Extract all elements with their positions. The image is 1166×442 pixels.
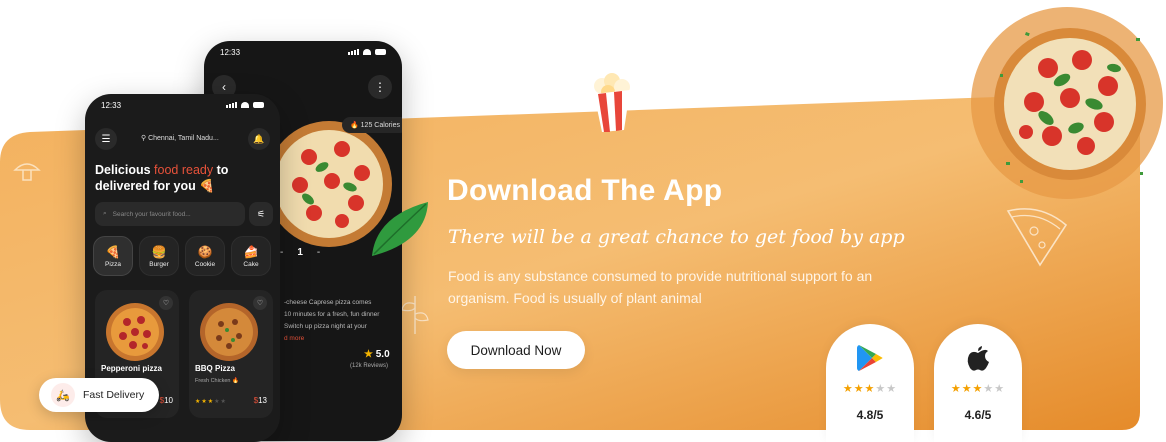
- star-icon: ★: [364, 349, 373, 360]
- category-burger[interactable]: 🍔 Burger: [139, 236, 179, 276]
- headline-highlight: food ready: [154, 163, 214, 177]
- product-price: $13: [254, 396, 267, 405]
- leaf-sprig-outline-icon: [401, 296, 429, 334]
- more-options-button[interactable]: ⋮: [368, 75, 392, 99]
- search-placeholder: Search your favourit food...: [112, 210, 191, 218]
- status-time: 12:33: [101, 100, 122, 110]
- status-time: 12:33: [220, 47, 241, 57]
- rating-number: 5.0: [375, 349, 390, 360]
- review-count: (12k Reviews): [350, 363, 389, 369]
- product-name: BBQ Pizza: [195, 364, 236, 373]
- bell-icon[interactable]: 🔔: [248, 128, 270, 150]
- popcorn-icon: [594, 73, 630, 132]
- store-rating-stars: ★★★★★: [950, 383, 1006, 395]
- heart-icon[interactable]: ♡: [159, 296, 173, 310]
- qty-plus-button[interactable]: -: [317, 247, 320, 258]
- pizza-slice-outline-icon: [1006, 208, 1068, 267]
- qty-minus-button[interactable]: -: [280, 247, 283, 258]
- search-input[interactable]: ⌕ Search your favourit food...: [95, 202, 245, 226]
- price-value: 10: [164, 396, 173, 405]
- desc-line: -cheese Caprese pizza comes: [284, 299, 372, 306]
- menu-icon[interactable]: ☰: [95, 128, 117, 150]
- filter-icon[interactable]: ⚟: [249, 202, 273, 226]
- delivery-scooter-icon: 🛵: [51, 383, 75, 407]
- status-icons: [226, 102, 264, 108]
- burger-icon: 🍔: [151, 244, 167, 259]
- home-headline: Delicious food ready to delivered for yo…: [95, 162, 265, 194]
- location-text: Chennai, Tamil Nadu...: [148, 135, 219, 142]
- store-rating: 4.6/5: [964, 408, 992, 422]
- mushroom-outline-icon: [13, 163, 41, 181]
- home-header: ☰ ⚲ Chennai, Tamil Nadu... 🔔: [95, 128, 270, 152]
- wifi-icon: [241, 102, 249, 108]
- desc-line: Switch up pizza night at your: [284, 323, 367, 330]
- description: Food is any substance consumed to provid…: [448, 268, 873, 306]
- category-label: Cake: [243, 260, 259, 268]
- search-icon: ⌕: [103, 210, 107, 217]
- desc-line: 10 minutes for a fresh, fun dinner: [284, 311, 380, 318]
- read-more-link[interactable]: d more: [284, 333, 394, 345]
- category-pizza[interactable]: 🍕 Pizza: [93, 236, 133, 276]
- store-rating: 4.8/5: [856, 408, 884, 422]
- qty-value: 1: [297, 247, 303, 258]
- pizza-icon: 🍕: [105, 244, 121, 259]
- basil-leaf-icon: [372, 202, 428, 256]
- rating-value: ★ 5.0: [364, 349, 390, 360]
- herb-flakes-icon: [1000, 31, 1143, 183]
- battery-icon: [253, 102, 264, 108]
- cookie-icon: 🍪: [197, 244, 213, 259]
- product-rating-stars: ★★★★★: [195, 399, 227, 405]
- category-label: Burger: [149, 260, 169, 268]
- page-title: Download The App: [447, 174, 723, 207]
- battery-icon: [375, 49, 386, 55]
- tagline: There will be a great chance to get food…: [448, 226, 905, 248]
- wifi-icon: [363, 49, 371, 55]
- google-play-card[interactable]: ★★★★★ 4.8/5: [826, 324, 914, 442]
- product-name: Pepperoni pizza: [101, 364, 162, 373]
- location-label[interactable]: ⚲ Chennai, Tamil Nadu...: [141, 134, 219, 142]
- apple-icon: [934, 344, 1022, 372]
- price-value: 13: [258, 396, 267, 405]
- category-cake[interactable]: 🍰 Cake: [231, 236, 271, 276]
- headline-text: Delicious: [95, 163, 155, 177]
- cake-icon: 🍰: [243, 244, 259, 259]
- fast-delivery-badge: 🛵 Fast Delivery: [39, 378, 159, 412]
- pizza-description: -cheese Caprese pizza comes 10 minutes f…: [284, 297, 394, 345]
- quantity-stepper[interactable]: - 1 -: [280, 247, 320, 258]
- product-price: $10: [160, 396, 173, 405]
- signal-icon: [348, 49, 359, 55]
- category-label: Pizza: [105, 260, 121, 268]
- store-rating-stars: ★★★★★: [842, 383, 898, 395]
- google-play-icon: [826, 344, 914, 372]
- download-now-button[interactable]: Download Now: [447, 331, 585, 369]
- product-subtitle: Fresh Chicken 🔥: [195, 378, 239, 384]
- fast-delivery-label: Fast Delivery: [83, 389, 145, 401]
- app-store-card[interactable]: ★★★★★ 4.6/5: [934, 324, 1022, 442]
- status-bar: 12:33: [204, 41, 402, 63]
- status-bar: 12:33: [85, 94, 280, 116]
- location-pin-icon: ⚲: [141, 135, 147, 142]
- product-card-bbq[interactable]: ♡ BBQ Pizza Fresh Chicken 🔥 ★★★★★ $13: [189, 290, 273, 418]
- pizza-emoji-icon: 🍕: [199, 179, 215, 193]
- heart-icon[interactable]: ♡: [253, 296, 267, 310]
- category-cookie[interactable]: 🍪 Cookie: [185, 236, 225, 276]
- calories-badge: 🔥 125 Calories: [342, 117, 402, 133]
- pepperoni-pizza-image: [106, 303, 164, 361]
- app-promo-banner: 12:33 ‹ ⋮ 🔥 125 Calories - 1 - -cheese C…: [0, 0, 1166, 442]
- category-label: Cookie: [194, 260, 216, 268]
- status-icons: [348, 49, 386, 55]
- bbq-pizza-image: [200, 303, 258, 361]
- category-list: 🍕 Pizza 🍔 Burger 🍪 Cookie 🍰 Cake: [93, 236, 271, 276]
- signal-icon: [226, 102, 237, 108]
